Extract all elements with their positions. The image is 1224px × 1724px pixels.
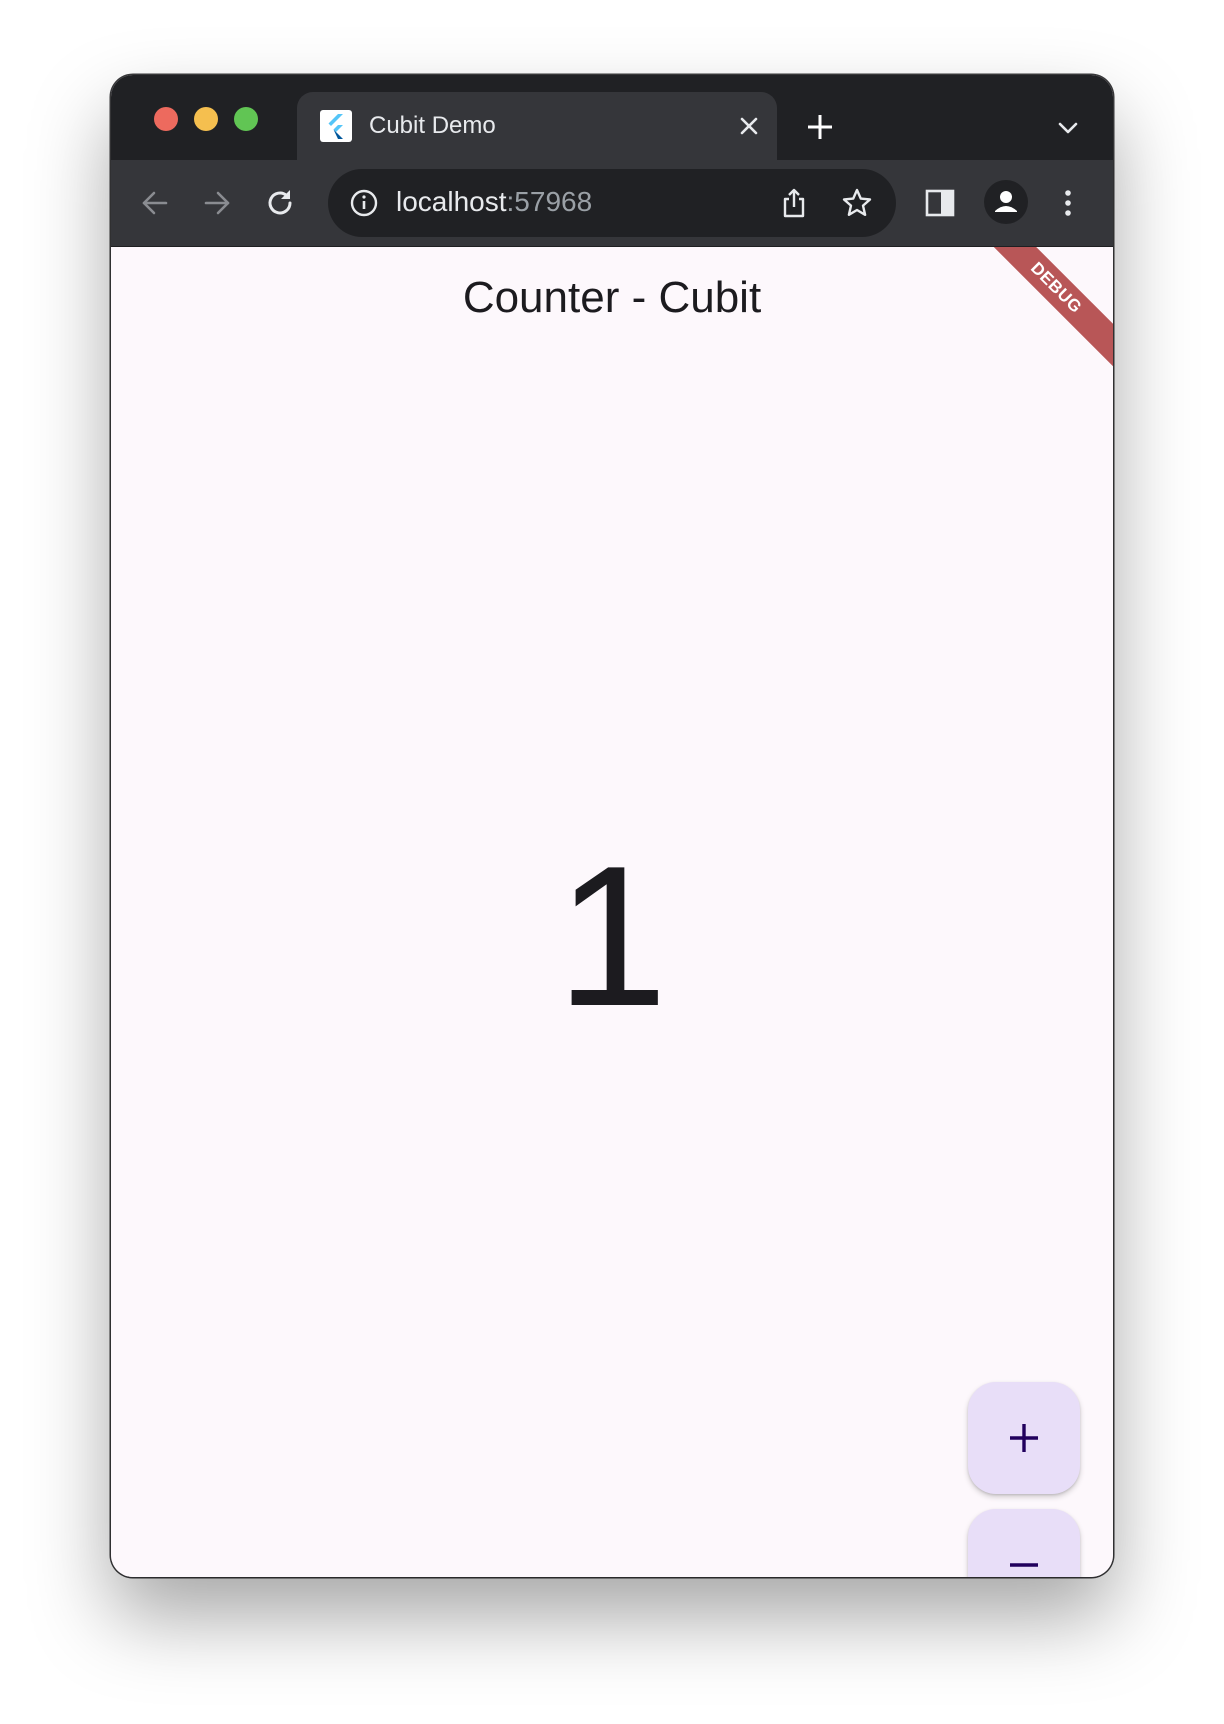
- forward-arrow-icon[interactable]: [200, 186, 234, 220]
- close-window-button[interactable]: [154, 107, 178, 131]
- tab-strip: Cubit Demo: [111, 75, 1113, 160]
- app-bar-title: Counter - Cubit: [462, 273, 762, 322]
- minimize-window-button[interactable]: [194, 107, 218, 131]
- increment-button[interactable]: [968, 1382, 1080, 1494]
- new-tab-plus-icon[interactable]: [804, 111, 836, 143]
- app-viewport: Counter - Cubit 1 DEBUG: [111, 247, 1113, 1577]
- tab-search-chevron-down-icon[interactable]: [1055, 115, 1081, 141]
- url-text: localhost:57968: [396, 186, 592, 218]
- back-arrow-icon[interactable]: [138, 186, 172, 220]
- minus-icon: [1010, 1563, 1038, 1567]
- url-host: localhost: [396, 186, 507, 217]
- browser-window: Cubit Demo localhost:57968 Counter - Cub…: [111, 75, 1113, 1577]
- profile-avatar-icon[interactable]: [984, 180, 1028, 224]
- tab-cubit-demo[interactable]: Cubit Demo: [297, 92, 777, 160]
- flutter-logo-icon: [320, 110, 352, 142]
- plus-icon: [1010, 1424, 1038, 1452]
- browser-toolbar: localhost:57968: [111, 160, 1113, 247]
- side-panel-icon[interactable]: [923, 186, 957, 220]
- counter-value: 1: [556, 825, 668, 1048]
- decrement-button[interactable]: [968, 1509, 1080, 1577]
- close-tab-icon[interactable]: [735, 112, 763, 140]
- tab-title: Cubit Demo: [369, 112, 496, 139]
- site-info-icon[interactable]: [348, 187, 380, 219]
- address-bar[interactable]: localhost:57968: [328, 169, 896, 237]
- bookmark-star-icon[interactable]: [840, 186, 874, 220]
- url-port: :57968: [506, 186, 593, 217]
- browser-menu-kebab-icon[interactable]: [1051, 186, 1085, 220]
- reload-icon[interactable]: [263, 186, 297, 220]
- share-icon[interactable]: [778, 186, 810, 220]
- maximize-window-button[interactable]: [234, 107, 258, 131]
